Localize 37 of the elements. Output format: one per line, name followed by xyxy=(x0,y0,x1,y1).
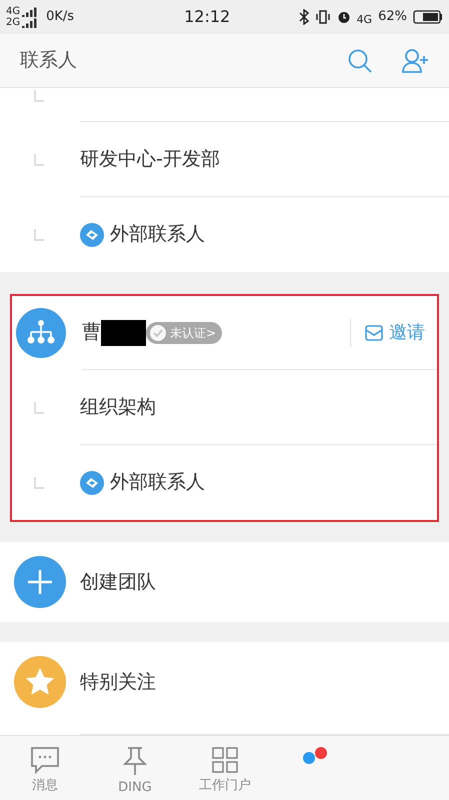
tree-branch-icon xyxy=(34,228,44,240)
clock-text: 12:12 xyxy=(184,6,230,28)
tree-branch-icon xyxy=(34,90,44,102)
network-label: 4G xyxy=(6,6,20,17)
vibrate-icon xyxy=(314,10,331,24)
plus-icon xyxy=(14,556,66,608)
dots-icon xyxy=(302,746,328,766)
list-item-label[interactable]: 外部联系人 xyxy=(110,468,205,497)
search-button[interactable] xyxy=(347,48,373,74)
network-label: 2G xyxy=(6,17,20,28)
battery-icon xyxy=(413,10,443,24)
bluetooth-icon xyxy=(298,9,309,25)
pin-icon xyxy=(122,746,148,776)
list-item-label[interactable]: 外部联系人 xyxy=(110,220,205,249)
handshake-icon xyxy=(80,470,104,494)
speed-text: 0K/s xyxy=(46,8,74,26)
page-title: 联系人 xyxy=(20,48,77,74)
action-label[interactable]: 特别关注 xyxy=(80,668,156,696)
team-name[interactable]: 曹 xyxy=(82,318,101,347)
signal-icon xyxy=(22,18,38,28)
action-label[interactable]: 创建团队 xyxy=(80,568,156,596)
add-contact-button[interactable] xyxy=(401,48,429,74)
tree-branch-icon xyxy=(34,154,44,166)
tree-branch-icon xyxy=(34,402,44,414)
battery-text: 62% xyxy=(378,8,407,26)
alarm-icon xyxy=(336,10,351,24)
check-icon xyxy=(149,324,167,342)
grid-icon xyxy=(211,746,239,774)
list-item-label[interactable]: 组织架构 xyxy=(80,392,156,422)
tree-branch-icon xyxy=(34,476,44,488)
signal-icon xyxy=(22,7,38,17)
chat-icon xyxy=(30,746,60,774)
list-item-label[interactable]: 研发中心-开发部 xyxy=(80,144,220,174)
handshake-icon xyxy=(80,222,104,246)
envelope-icon xyxy=(365,324,383,340)
org-chart-icon xyxy=(16,308,66,358)
network-label: 4G xyxy=(356,12,372,28)
